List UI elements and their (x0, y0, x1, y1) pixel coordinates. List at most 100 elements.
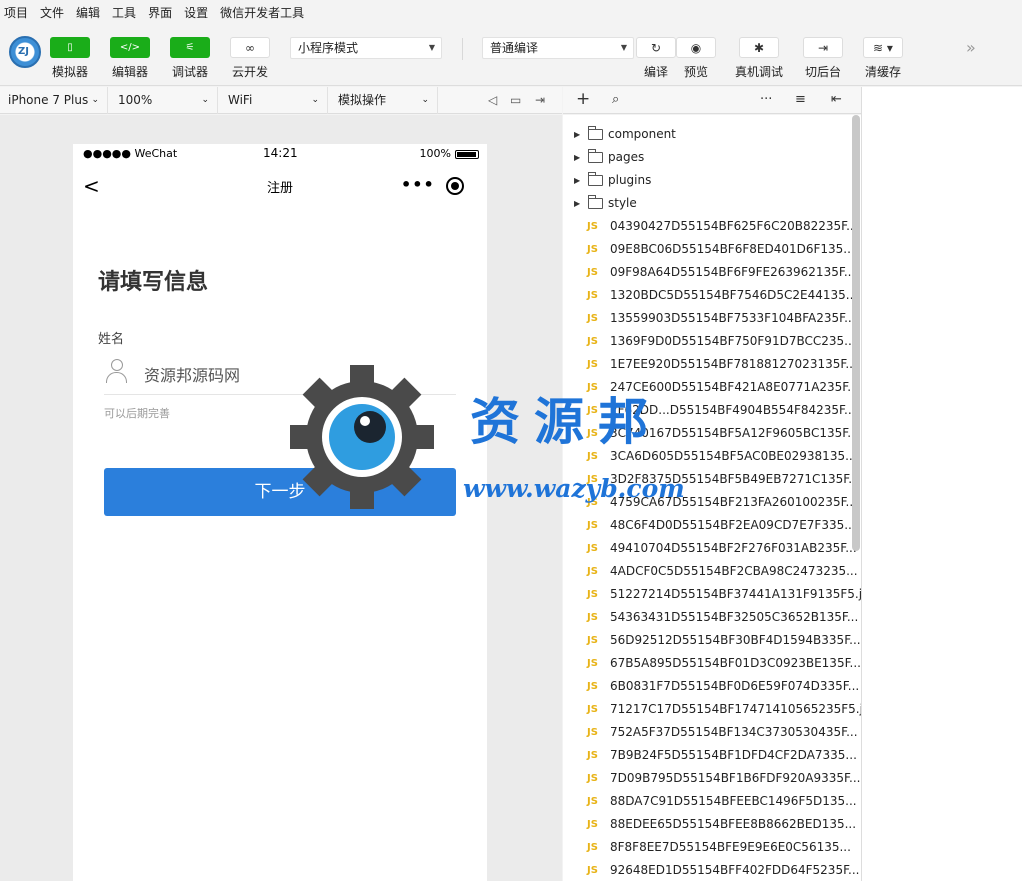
editor-label: 编辑器 (111, 65, 148, 79)
name-label: 姓名 (98, 332, 125, 347)
tree-file[interactable]: JS 51227214D55154BF37441A131F9135F5.js (563, 583, 861, 606)
tree-file[interactable]: JS 1E7EE920D55154BF78188127023135F... (563, 353, 857, 376)
menu-settings[interactable]: 设置 (184, 4, 208, 21)
tree-file[interactable]: JS 48C6F4D0D55154BF2EA09CD7E7F335... (563, 514, 856, 537)
tree-folder-label: plugins (608, 173, 652, 187)
menu-file[interactable]: 文件 (40, 4, 64, 21)
tree-file[interactable]: JS 13559903D55154BF7533F104BFA235F... (563, 307, 856, 330)
menu-tools[interactable]: 工具 (112, 4, 136, 21)
tree-file[interactable]: JS 88DA7C91D55154BFEEBC1496F5D135... (563, 790, 857, 813)
tree-file-label: 09E8BC06D55154BF6F8ED401D6F135... (610, 242, 855, 256)
close-target-icon[interactable] (446, 177, 464, 195)
zoom-select[interactable]: 100% ⌄ (110, 87, 218, 114)
tree-file[interactable]: JS 752A5F37D55154BF134C3730530435F... (563, 721, 858, 744)
tree-file[interactable]: JS 71217C17D55154BF17471410565235F5.js (563, 698, 861, 721)
compile-button[interactable]: ↻ 编译 (636, 37, 676, 80)
tree-folder[interactable]: ▶ pages (563, 146, 853, 169)
tree-file-label: 88EDEE65D55154BFEE8B8662BED135... (610, 817, 857, 831)
chevron-right-icon[interactable]: » (966, 38, 976, 57)
tree-file[interactable]: JS 1369F9D0D55154BF750F91D7BCC235... (563, 330, 856, 353)
more-icon[interactable]: ··· (760, 92, 772, 107)
js-file-icon: JS (587, 520, 598, 531)
tree-file[interactable]: JS 04390427D55154BF625F6C20B82235F... (563, 215, 858, 238)
collapse-icon[interactable]: ⇤ (831, 92, 842, 107)
menu-view[interactable]: 界面 (148, 4, 172, 21)
tree-file[interactable]: JS 56D92512D55154BF30BF4D1594B335F... (563, 629, 861, 652)
folder-icon (588, 172, 603, 186)
name-input-value: 资源邦源码网 (144, 366, 241, 385)
tree-file-label: 1369F9D0D55154BF750F91D7BCC235... (610, 334, 856, 348)
operation-select[interactable]: 模拟操作 ⌄ (330, 87, 438, 114)
battery-text: 100% (419, 147, 451, 160)
zoom-value: 100% (118, 93, 153, 107)
js-file-icon: JS (587, 359, 598, 370)
mode-select[interactable]: 小程序模式 ▼ (290, 37, 442, 59)
tree-file[interactable]: JS 7B9B24F5D55154BF1DFD4CF2DA7335... (563, 744, 857, 767)
network-select[interactable]: WiFi ⌄ (220, 87, 328, 114)
editor-button[interactable]: </> 编辑器 (110, 37, 150, 80)
mode-value: 小程序模式 (298, 41, 359, 55)
toolbar: ▯ 模拟器 </> 编辑器 ⚟ 调试器 ∞ 云开发 小程序模式 ▼ 普通编译 ▼… (0, 24, 1022, 86)
menu-edit[interactable]: 编辑 (76, 4, 100, 21)
tree-file[interactable]: JS 09F98A64D55154BF6F9FE263962135F... (563, 261, 856, 284)
chevron-down-icon: ⌄ (91, 95, 99, 105)
tree-file[interactable]: JS 92648ED1D55154BFF402FDD64F5235F... (563, 859, 860, 881)
tree-file[interactable]: JS 8F8F8EE7D55154BFE9E9E6E0C56135... (563, 836, 853, 859)
compile-label: 编译 (643, 65, 668, 79)
js-file-icon: JS (587, 543, 598, 554)
tree-file-label: 1E7EE920D55154BF78188127023135F... (610, 357, 857, 371)
chevron-down-icon: ⌄ (311, 95, 319, 105)
cloud-label: 云开发 (231, 65, 268, 79)
debugger-button[interactable]: ⚟ 调试器 (170, 37, 210, 80)
tree-folder[interactable]: ▶ style (563, 192, 853, 215)
tree-folder[interactable]: ▶ component (563, 123, 853, 146)
more-dots-icon[interactable]: ••• (401, 175, 435, 194)
real-debug-button[interactable]: ✱ 真机调试 (735, 37, 783, 80)
cloud-button[interactable]: ∞ 云开发 (230, 37, 270, 80)
tree-file[interactable]: JS 67B5A895D55154BF01D3C0923BE135F... (563, 652, 861, 675)
tree-folder[interactable]: ▶ plugins (563, 169, 853, 192)
tree-file[interactable]: JS 4ADCF0C5D55154BF2CBA98C2473235... (563, 560, 858, 583)
code-icon: </> (110, 37, 150, 58)
tree-file[interactable]: JS 54363431D55154BF32505C3652B135F... (563, 606, 858, 629)
volume-icon[interactable]: ◁ (488, 93, 497, 107)
tree-file[interactable]: JS 1320BDC5D55154BF7546D5C2E44135... (563, 284, 857, 307)
add-icon[interactable]: + (576, 89, 590, 109)
js-file-icon: JS (587, 635, 598, 646)
compile-mode-select[interactable]: 普通编译 ▼ (482, 37, 634, 59)
tree-file[interactable]: JS 49410704D55154BF2F276F031AB235F... (563, 537, 857, 560)
user-icon (105, 358, 129, 384)
file-tree-toolbar: + ⌕ ··· ≡ ⇤ (563, 87, 861, 114)
tree-file-label: 09F98A64D55154BF6F9FE263962135F... (610, 265, 856, 279)
phone-screen: ●●●●● WeChat 14:21 100% < 注册 ••• 请填写信息 姓… (73, 144, 487, 881)
tree-file[interactable]: JS 09E8BC06D55154BF6F8ED401D6F135... (563, 238, 855, 261)
js-file-icon: JS (587, 336, 598, 347)
js-file-icon: JS (587, 244, 598, 255)
debugger-label: 调试器 (171, 65, 208, 79)
layers-icon: ≋ ▾ (863, 37, 903, 58)
menu-project[interactable]: 项目 (4, 4, 28, 21)
background-button[interactable]: ⇥ 切后台 (803, 37, 843, 80)
sort-icon[interactable]: ≡ (795, 92, 806, 107)
avatar[interactable] (9, 36, 41, 68)
divider (462, 38, 463, 60)
preview-button[interactable]: ◉ 预览 (676, 37, 716, 80)
detach-icon[interactable]: ⇥ (535, 93, 545, 107)
tree-file[interactable]: JS 7D09B795D55154BF1B6FDF920A9335F... (563, 767, 860, 790)
device-select[interactable]: iPhone 7 Plus ⌄ (0, 87, 108, 114)
scrollbar[interactable] (852, 115, 860, 551)
editor-pane (861, 87, 1022, 881)
clear-cache-button[interactable]: ≋ ▾ 清缓存 (863, 37, 903, 80)
menu-devtools[interactable]: 微信开发者工具 (220, 4, 304, 21)
cloud-icon: ∞ (230, 37, 270, 58)
tree-file[interactable]: JS 6B0831F7D55154BF0D6E59F074D335F... (563, 675, 859, 698)
screen-icon[interactable]: ▭ (510, 93, 521, 107)
caret-down-icon: ▼ (428, 43, 435, 52)
refresh-icon: ↻ (636, 37, 676, 58)
js-file-icon: JS (587, 796, 598, 807)
simulator-button[interactable]: ▯ 模拟器 (50, 37, 90, 80)
search-icon[interactable]: ⌕ (612, 92, 619, 107)
js-file-icon: JS (587, 842, 598, 853)
tree-file[interactable]: JS 88EDEE65D55154BFEE8B8662BED135... (563, 813, 857, 836)
tree-file-label: 67B5A895D55154BF01D3C0923BE135F... (610, 656, 861, 670)
